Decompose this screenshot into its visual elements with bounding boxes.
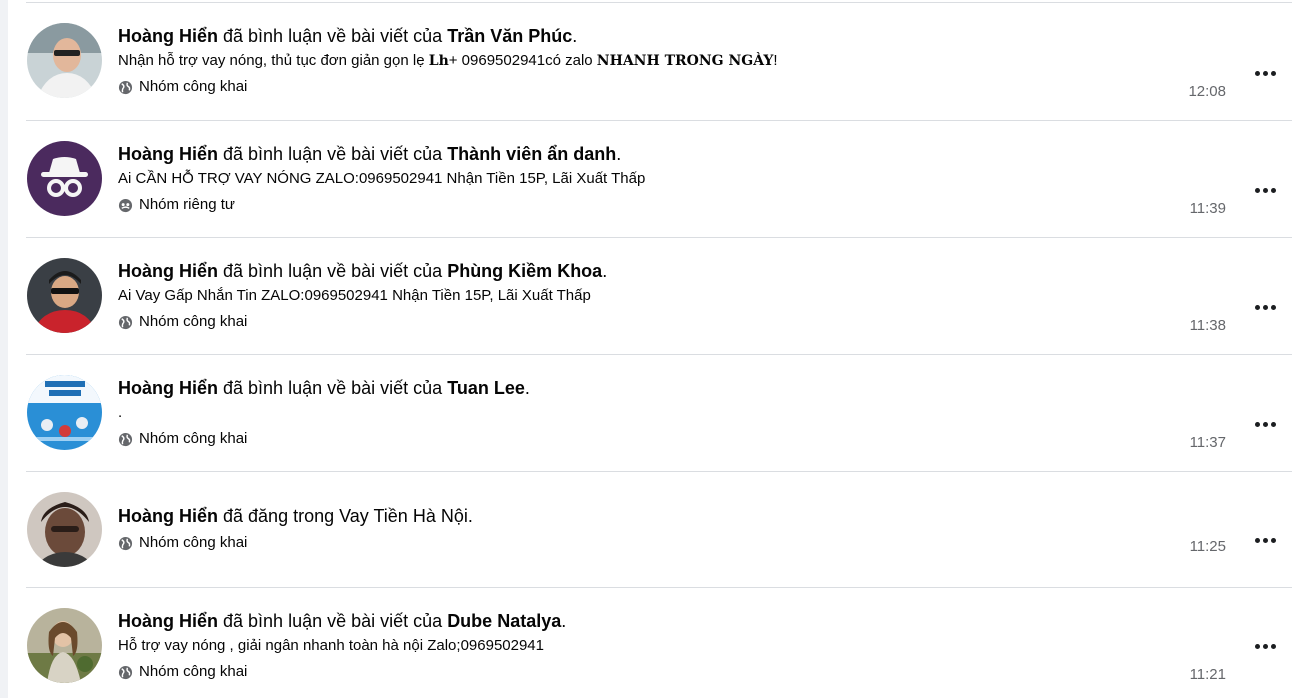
timestamp[interactable]: 11:38: [1190, 317, 1226, 334]
privacy-text: Nhóm công khai: [139, 430, 248, 447]
comment-preview: Hỗ trợ vay nóng , giải ngân nhanh toàn h…: [118, 637, 544, 654]
private-group-icon: [118, 198, 133, 212]
avatar[interactable]: [27, 23, 102, 98]
action-text: đã bình luận về bài viết của: [218, 611, 448, 631]
activity-item[interactable]: Hoàng Hiển đã bình luận về bài viết của …: [26, 121, 1292, 237]
privacy-text: Nhóm công khai: [139, 78, 248, 95]
headline-end: .: [602, 261, 608, 281]
preview-part-bold: Lh: [428, 53, 449, 69]
comment-preview: Ai Vay Gấp Nhắn Tin ZALO:0969502941 Nhận…: [118, 287, 591, 304]
actor-name[interactable]: Hoàng Hiển: [118, 261, 218, 281]
activity-item[interactable]: Hoàng Hiển đã bình luận về bài viết của …: [26, 238, 1292, 354]
privacy-label: Nhóm riêng tư: [118, 195, 645, 215]
action-text: đã bình luận về bài viết của: [218, 378, 448, 398]
more-options-button[interactable]: [1252, 414, 1278, 434]
globe-icon: [118, 80, 133, 94]
more-options-button[interactable]: [1252, 530, 1278, 550]
privacy-text: Nhóm công khai: [139, 663, 248, 680]
activity-headline[interactable]: Hoàng Hiển đã bình luận về bài viết của …: [118, 260, 607, 282]
avatar[interactable]: [27, 141, 102, 216]
avatar[interactable]: [27, 258, 102, 333]
actor-name[interactable]: Hoàng Hiển: [118, 506, 218, 526]
left-sidebar-edge: [0, 0, 8, 698]
activity-headline[interactable]: Hoàng Hiển đã bình luận về bài viết của …: [118, 25, 778, 47]
comment-preview: Nhận hỗ trợ vay nóng, thủ tục đơn giản g…: [118, 51, 778, 71]
action-text: đã bình luận về bài viết của: [218, 26, 448, 46]
timestamp[interactable]: 11:39: [1190, 200, 1226, 217]
activity-headline[interactable]: Hoàng Hiển đã bình luận về bài viết của …: [118, 377, 530, 399]
preview-part: !: [773, 52, 778, 69]
post-author-name[interactable]: Tuan Lee: [447, 378, 525, 398]
preview-part: + 0969502941có zalo: [448, 52, 597, 69]
avatar[interactable]: [27, 375, 102, 450]
actor-name[interactable]: Hoàng Hiển: [118, 378, 218, 398]
globe-icon: [118, 432, 133, 446]
action-text: đã bình luận về bài viết của: [218, 261, 448, 281]
preview-part: Nhận hỗ trợ vay nóng, thủ tục đơn giản g…: [118, 52, 429, 69]
headline-end: .: [524, 378, 530, 398]
activity-headline[interactable]: Hoàng Hiển đã bình luận về bài viết của …: [118, 610, 566, 632]
headline-end: .: [572, 26, 578, 46]
comment-preview: .: [118, 404, 123, 421]
activity-item[interactable]: Hoàng Hiển đã bình luận về bài viết của …: [26, 588, 1292, 698]
privacy-text: Nhóm công khai: [139, 534, 248, 551]
globe-icon: [118, 536, 133, 550]
activity-headline[interactable]: Hoàng Hiển đã bình luận về bài viết của …: [118, 143, 645, 165]
actor-name[interactable]: Hoàng Hiển: [118, 144, 218, 164]
anonymous-member-icon: [27, 141, 102, 216]
globe-icon: [118, 315, 133, 329]
privacy-label: Nhóm công khai: [118, 77, 778, 97]
preview-part-bold: NHANH TRONG NGÀY: [596, 53, 774, 69]
actor-name[interactable]: Hoàng Hiển: [118, 611, 218, 631]
timestamp[interactable]: 11:25: [1190, 538, 1226, 555]
more-options-button[interactable]: [1252, 636, 1278, 656]
privacy-text: Nhóm riêng tư: [139, 196, 235, 213]
post-author-name[interactable]: Trần Văn Phúc: [447, 26, 572, 46]
action-text: đã đăng trong Vay Tiền Hà Nội.: [218, 506, 473, 526]
post-author-name[interactable]: Phùng Kiềm Khoa: [447, 261, 602, 281]
avatar[interactable]: [27, 608, 102, 683]
post-author-name[interactable]: Dube Natalya: [447, 611, 561, 631]
privacy-label: Nhóm công khai: [118, 312, 607, 332]
privacy-label: Nhóm công khai: [118, 429, 530, 449]
more-options-button[interactable]: [1252, 63, 1278, 83]
activity-headline[interactable]: Hoàng Hiển đã đăng trong Vay Tiền Hà Nội…: [118, 505, 473, 527]
privacy-text: Nhóm công khai: [139, 313, 248, 330]
action-text: đã bình luận về bài viết của: [218, 144, 448, 164]
globe-icon: [118, 665, 133, 679]
activity-log-list: Hoàng Hiển đã bình luận về bài viết của …: [26, 0, 1292, 698]
headline-end: .: [616, 144, 622, 164]
avatar[interactable]: [27, 492, 102, 567]
activity-item[interactable]: Hoàng Hiển đã bình luận về bài viết của …: [26, 3, 1292, 120]
more-options-button[interactable]: [1252, 180, 1278, 200]
timestamp[interactable]: 11:37: [1190, 434, 1226, 451]
timestamp[interactable]: 11:21: [1190, 666, 1226, 683]
headline-end: .: [561, 611, 567, 631]
more-options-button[interactable]: [1252, 297, 1278, 317]
post-author-name[interactable]: Thành viên ẩn danh: [447, 144, 616, 164]
privacy-label: Nhóm công khai: [118, 662, 566, 682]
privacy-label: Nhóm công khai: [118, 533, 473, 553]
comment-preview: Ai CẦN HỖ TRỢ VAY NÓNG ZALO:0969502941 N…: [118, 170, 646, 187]
actor-name[interactable]: Hoàng Hiển: [118, 26, 218, 46]
activity-item[interactable]: Hoàng Hiển đã bình luận về bài viết của …: [26, 355, 1292, 471]
timestamp[interactable]: 12:08: [1188, 83, 1226, 100]
activity-item[interactable]: Hoàng Hiển đã đăng trong Vay Tiền Hà Nội…: [26, 472, 1292, 587]
